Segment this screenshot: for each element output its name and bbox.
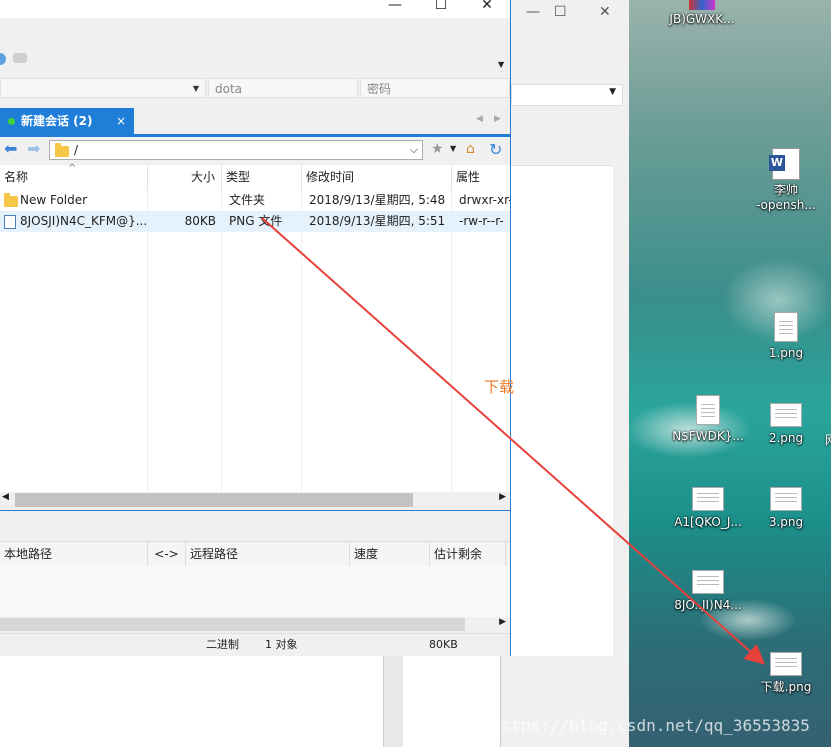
annotation-label: 下载 — [484, 378, 515, 396]
arrow-line — [261, 217, 765, 665]
drag-arrow-annotation — [261, 217, 765, 665]
watermark: https://blog.csdn.net/qq_36553835 — [492, 716, 810, 735]
